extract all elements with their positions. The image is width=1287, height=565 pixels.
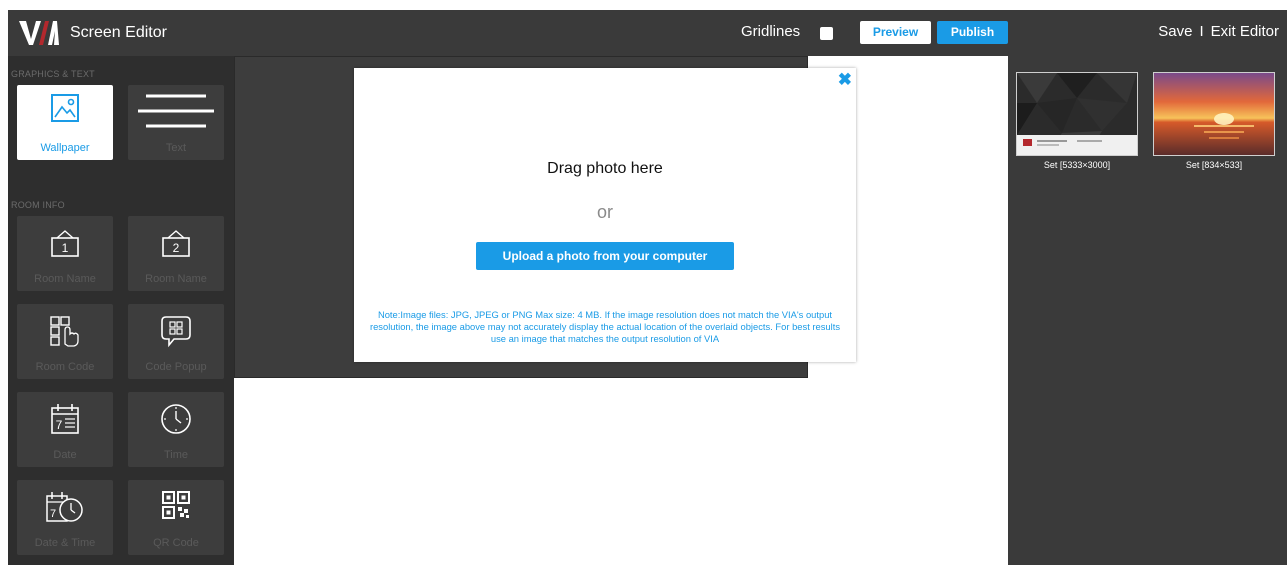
graphics-section-label: GRAPHICS & TEXT bbox=[11, 69, 95, 79]
or-text: or bbox=[596, 202, 613, 222]
upload-dialog: ✖ Drag photo here or Upload a photo from… bbox=[354, 68, 856, 362]
exit-editor-link[interactable]: Exit Editor bbox=[1211, 23, 1279, 40]
sunset-sea-wallpaper bbox=[1154, 73, 1274, 155]
tile-label: Room Code bbox=[35, 361, 95, 373]
room-code-icon bbox=[50, 316, 79, 347]
tile-text[interactable]: Text bbox=[128, 85, 224, 160]
svg-text:1: 1 bbox=[62, 241, 69, 255]
wallpaper-icon bbox=[51, 94, 79, 122]
drag-photo-text: Drag photo here bbox=[547, 160, 663, 177]
svg-text:2: 2 bbox=[173, 241, 180, 255]
tile-label: Room Name bbox=[34, 273, 96, 285]
tile-date[interactable]: 7 Date bbox=[17, 392, 113, 467]
upload-note: Note:Image files: JPG, JPEG or PNG Max s… bbox=[369, 309, 841, 344]
clock-icon bbox=[161, 404, 191, 434]
publish-button[interactable]: Publish bbox=[937, 21, 1008, 44]
tile-label: Date & Time bbox=[34, 537, 96, 549]
tile-label: Room Name bbox=[145, 273, 207, 285]
tile-time[interactable]: Time bbox=[128, 392, 224, 467]
wallpaper-set-label[interactable]: Set [5333×3000] bbox=[1016, 160, 1138, 170]
tile-room-code[interactable]: Room Code bbox=[17, 304, 113, 379]
preview-button[interactable]: Preview bbox=[860, 21, 931, 44]
svg-text:7: 7 bbox=[50, 508, 56, 520]
tile-qr-code[interactable]: QR Code bbox=[128, 480, 224, 555]
tile-room-name-1[interactable]: 1 Room Name bbox=[17, 216, 113, 291]
close-icon[interactable]: ✖ bbox=[838, 70, 852, 90]
via-logo bbox=[19, 21, 59, 45]
date-time-icon: 7 bbox=[46, 492, 83, 522]
separator: I bbox=[1199, 23, 1204, 40]
text-lines-icon bbox=[138, 94, 214, 128]
wallpaper-panel: Set [5333×3000] Set [834×533] bbox=[1008, 56, 1287, 565]
tile-label: QR Code bbox=[153, 537, 199, 549]
save-link[interactable]: Save bbox=[1158, 23, 1192, 40]
tile-room-name-2[interactable]: 2 Room Name bbox=[128, 216, 224, 291]
tile-label: Wallpaper bbox=[40, 142, 90, 154]
gridlines-label: Gridlines bbox=[741, 23, 801, 40]
svg-text:7: 7 bbox=[56, 418, 63, 432]
wallpaper-thumb-sunset[interactable] bbox=[1153, 72, 1275, 156]
dark-polygon-wallpaper bbox=[1017, 73, 1137, 155]
top-bar: Screen Editor Gridlines Preview Publish … bbox=[8, 10, 1287, 56]
upload-photo-button[interactable]: Upload a photo from your computer bbox=[476, 242, 734, 270]
wallpaper-set-label[interactable]: Set [834×533] bbox=[1153, 160, 1275, 170]
room-section-label: ROOM INFO bbox=[11, 200, 65, 210]
room-name-2-icon: 2 bbox=[162, 230, 190, 257]
code-popup-icon bbox=[161, 316, 191, 348]
tile-code-popup[interactable]: Code Popup bbox=[128, 304, 224, 379]
wallpaper-thumb-polygon[interactable] bbox=[1016, 72, 1138, 156]
calendar-icon: 7 bbox=[51, 404, 79, 434]
tile-date-time[interactable]: 7 Date & Time bbox=[17, 480, 113, 555]
save-exit-group: Save I Exit Editor bbox=[1158, 23, 1279, 40]
room-name-1-icon: 1 bbox=[51, 230, 79, 257]
tile-label: Date bbox=[53, 449, 77, 461]
app-title: Screen Editor bbox=[70, 24, 167, 41]
gridlines-checkbox[interactable] bbox=[820, 27, 833, 40]
qr-code-icon bbox=[162, 491, 190, 519]
tile-label: Time bbox=[163, 449, 189, 461]
tile-label: Code Popup bbox=[145, 361, 207, 373]
sidebar: GRAPHICS & TEXT Wallpaper Text ROOM INFO… bbox=[8, 56, 234, 565]
tile-wallpaper[interactable]: Wallpaper bbox=[17, 85, 113, 160]
tile-label: Text bbox=[165, 142, 187, 154]
